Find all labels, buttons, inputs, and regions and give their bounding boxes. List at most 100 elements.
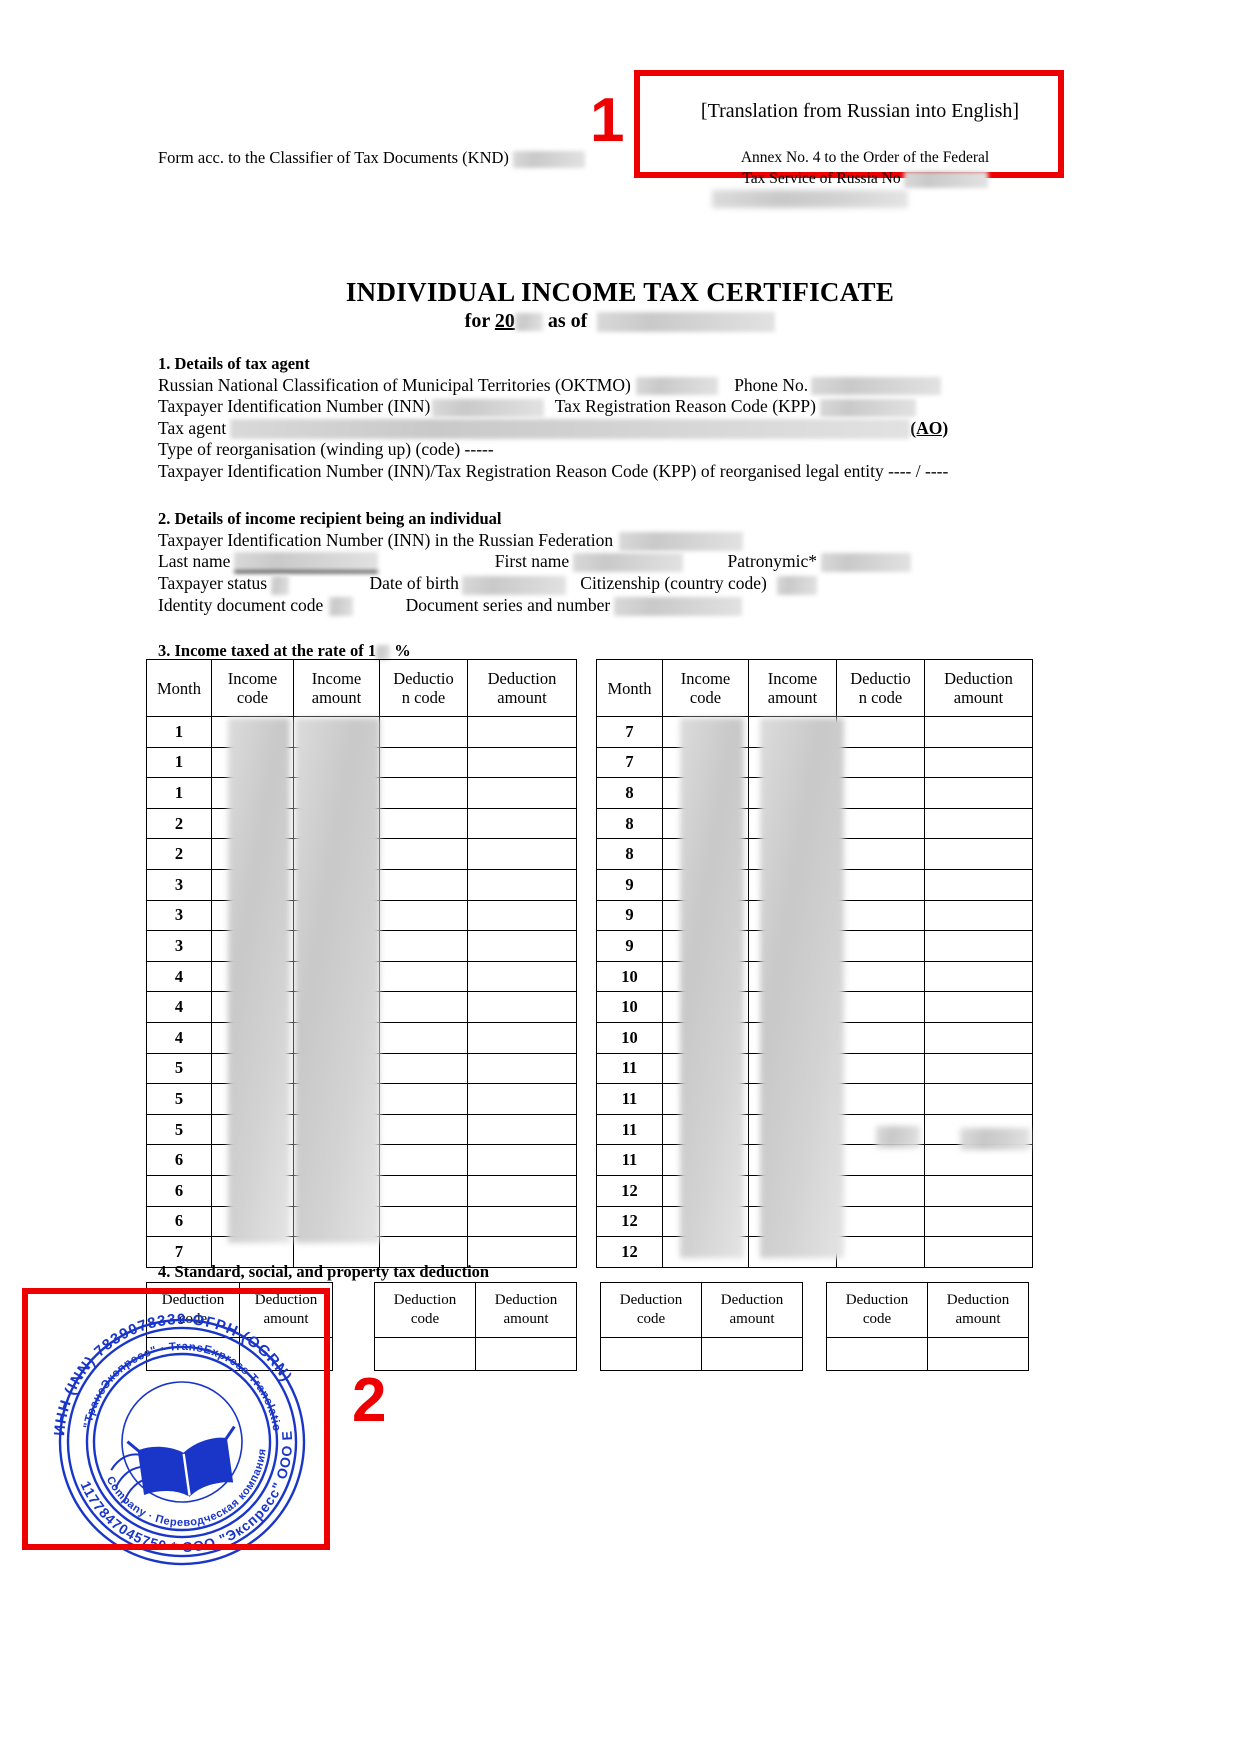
last-name-label: Last name [158,551,231,571]
annex-line-1: Annex No. 4 to the Order of the Federal [740,149,990,166]
income-code-cell [662,716,749,748]
deduction-code-cell [379,746,468,779]
income-amount-cell [748,1083,837,1115]
table-row: 10 [596,1021,1033,1054]
col-deduction-code: Deduction code [146,1282,240,1338]
month-cell: 5 [146,1052,212,1085]
deduction-amount-cell [924,1083,1033,1115]
deduction-amount-cell [467,1205,577,1238]
month-cell: 12 [596,1205,663,1238]
deduction-amount-cell [467,930,577,962]
deduction-code-cell [836,1052,925,1085]
income-code-cell [211,746,294,779]
table-row: 11 [596,1113,1033,1146]
deduction-code-cell [379,930,468,962]
doc-series-value-redacted [614,597,743,617]
inn-rf-label: Taxpayer Identification Number (INN) in … [158,529,614,550]
income-code-cell [662,746,749,779]
deduction-code-cell [379,1144,468,1176]
deduction-table-2: Deduction code Deduction amount [374,1282,577,1371]
inn-label: Taxpayer Identification Number (INN) [158,396,431,416]
deduction-code-cell [379,1205,468,1238]
deduction-amount-cell [467,960,577,993]
income-code-cell [211,991,294,1023]
income-amount-cell [293,1083,380,1115]
tax-agent-line: Tax agent (AO) [158,418,948,440]
month-cell: 4 [146,1021,212,1054]
table-row: 7 [596,746,1033,779]
deduction-amount-cell [467,1174,577,1207]
month-cell: 5 [146,1083,212,1115]
income-amount-cell [748,807,837,840]
table-row: 9 [596,899,1033,932]
section-2-heading: 2. Details of income recipient being an … [158,509,502,528]
table-row: 12 [596,1236,1033,1268]
income-code-cell [662,960,749,993]
income-code-cell [662,991,749,1023]
month-cell: 1 [146,777,212,809]
deduction-amount-cell [924,777,1033,809]
table-row: 6 [146,1205,577,1238]
deduction-code-cell [836,1236,925,1268]
svg-text:Company · Переводческая компан: Company · Переводческая компания [102,1446,278,1540]
tax-agent-name-redacted [230,419,911,440]
month-cell: 11 [596,1113,663,1146]
deduction-code-cell [836,991,925,1023]
deduction-table-3: Deduction code Deduction amount [600,1282,803,1371]
section-1-heading: 1. Details of tax agent [158,354,310,373]
deduction-code-cell [836,746,925,779]
reorganisation-inn-kpp-line: Taxpayer Identification Number (INN)/Tax… [158,460,949,481]
month-cell: 10 [596,991,663,1023]
month-cell: 5 [146,1113,212,1146]
kpp-value-redacted [819,398,916,417]
col-deduction-code: Deduction code [826,1282,928,1338]
deduction-code-cell [836,838,925,870]
deduction-amount-cell [924,930,1033,962]
deduction-code-cell [836,899,925,932]
deduction-code-cell [379,1113,468,1146]
month-cell: 11 [596,1052,663,1085]
income-amount-cell [748,991,837,1023]
section-3-heading-suffix: % [394,641,411,660]
date-of-birth-value-redacted [461,575,566,595]
table-row: 12 [596,1174,1033,1207]
oktmo-label: Russian National Classification of Munic… [158,374,631,395]
month-cell: 9 [596,868,663,901]
income-amount-cell [748,1144,837,1176]
status-dob-citizenship-line: Taxpayer status Date of birth Citizenshi… [158,573,911,595]
deduction-code-cell [379,1174,468,1207]
deduction-amount-cell [924,838,1033,870]
deduction-table-1-value-row [146,1337,333,1371]
income-code-cell [211,1052,294,1085]
table-row: 6 [146,1144,577,1176]
deduction-code-cell [379,716,468,748]
deduction-table-2-header-row: Deduction code Deduction amount [374,1282,577,1338]
deduction-code-cell [379,807,468,840]
income-code-cell [211,1083,294,1115]
income-amount-cell [748,1021,837,1054]
table-row: 9 [596,930,1033,962]
income-code-cell [662,1021,749,1054]
patronymic-value-redacted [820,553,911,573]
table-row: 4 [146,1021,577,1054]
col-month: Month [146,659,212,717]
deduction-amount-cell [467,746,577,779]
inn-rf-line: Taxpayer Identification Number (INN) in … [158,530,911,552]
income-amount-cell [293,930,380,962]
income-code-cell [211,1174,294,1207]
income-code-cell [662,1174,749,1207]
table-row: 3 [146,930,577,962]
deduction-code-value [374,1337,476,1371]
col-income-code: Income code [211,659,294,717]
income-code-cell [662,1113,749,1146]
deduction-code-cell [379,960,468,993]
deduction-code-cell [836,716,925,748]
income-code-cell [211,716,294,748]
table-row: 5 [146,1052,577,1085]
table-row: 11 [596,1144,1033,1176]
translation-note: [Translation from Russian into English] [700,100,1020,122]
annex-number-redacted [903,170,988,188]
deduction-amount-cell [924,1021,1033,1054]
annex-line-2-text: Tax Service of Russia No [742,169,901,187]
citizenship-value-redacted [776,575,817,595]
